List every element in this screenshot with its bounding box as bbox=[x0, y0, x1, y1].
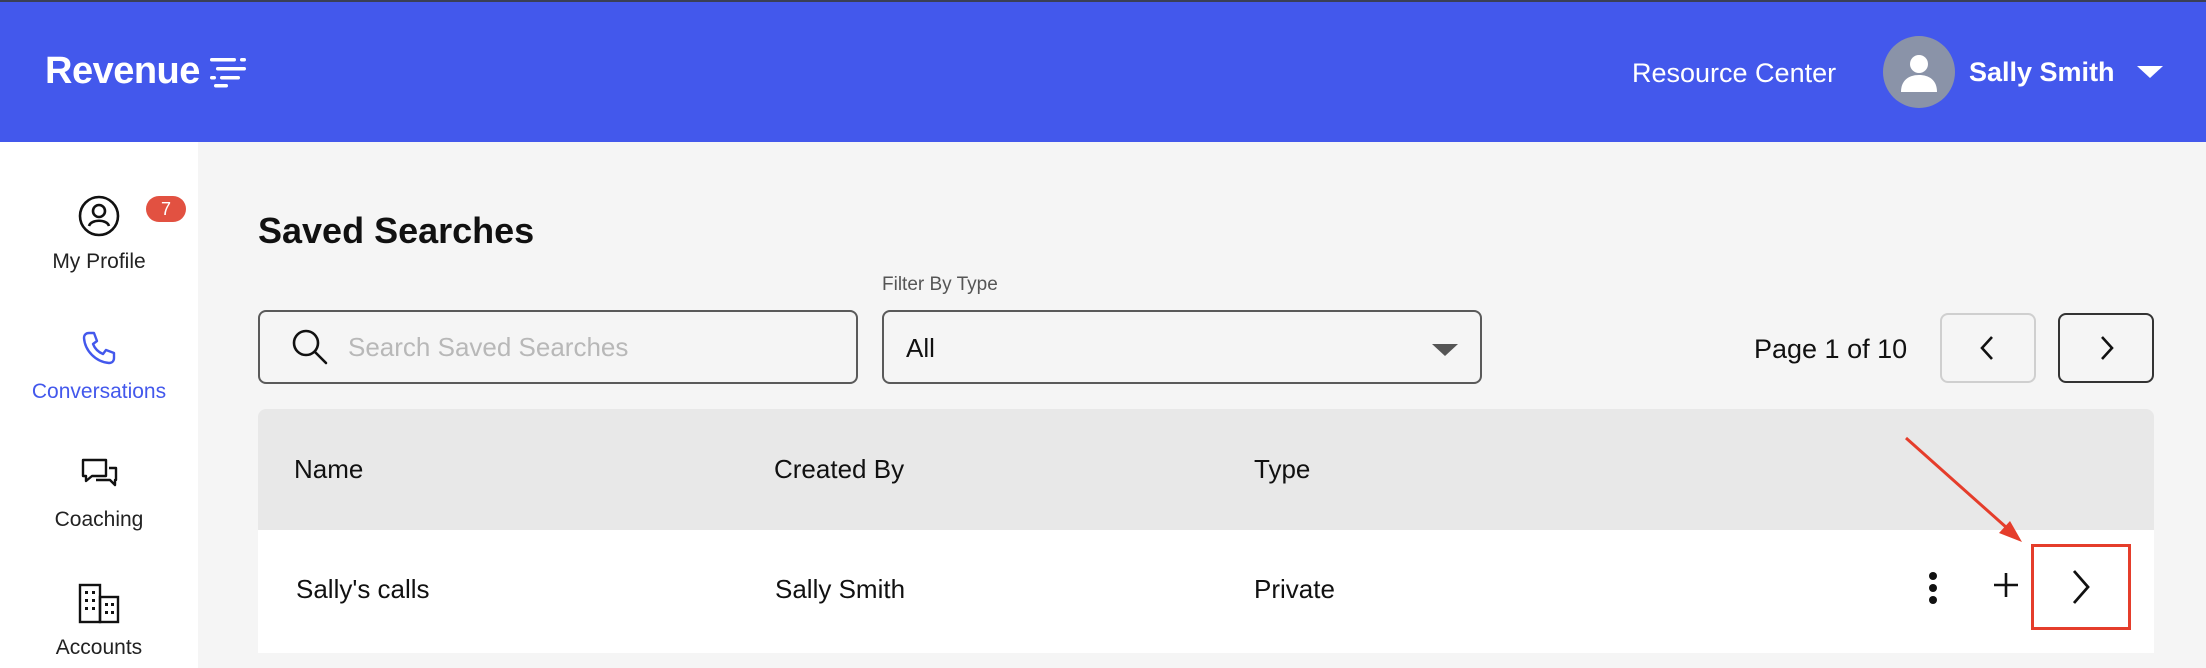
search-field[interactable] bbox=[258, 310, 858, 384]
sidebar-item-conversations[interactable]: Conversations bbox=[0, 328, 198, 404]
plus-icon[interactable] bbox=[1991, 570, 2021, 600]
column-header-name[interactable]: Name bbox=[294, 454, 363, 485]
app-logo[interactable]: Revenue bbox=[45, 50, 252, 93]
filter-by-type-select[interactable]: All bbox=[882, 310, 1482, 384]
logo-mark-icon bbox=[209, 57, 246, 87]
chevron-down-icon[interactable] bbox=[2136, 66, 2163, 78]
row-name-cell: Sally's calls bbox=[296, 574, 430, 604]
chevron-down-icon bbox=[1432, 344, 1458, 356]
building-icon bbox=[78, 583, 120, 624]
phone-icon bbox=[82, 331, 116, 365]
sidebar-item-label: Accounts bbox=[55, 636, 143, 659]
user-circle-icon bbox=[78, 195, 120, 237]
sidebar-item-label: Conversations bbox=[31, 380, 167, 403]
chevron-right-icon bbox=[2072, 570, 2090, 604]
search-input[interactable] bbox=[348, 331, 828, 363]
sidebar-item-accounts[interactable]: Accounts bbox=[0, 582, 198, 660]
row-created-by-cell: Sally Smith bbox=[775, 574, 906, 604]
next-page-button[interactable] bbox=[2058, 313, 2154, 383]
search-icon bbox=[292, 329, 328, 365]
filter-label: Filter By Type bbox=[882, 274, 998, 295]
top-navigation-bar: Revenue Resource Center Sally Smith bbox=[0, 0, 2206, 142]
sidebar: My Profile 7 Conversations Coaching Acco… bbox=[0, 142, 198, 668]
logo-text: Revenue bbox=[45, 50, 200, 92]
sidebar-item-label: My Profile bbox=[52, 250, 146, 273]
column-header-type[interactable]: Type bbox=[1254, 454, 1310, 485]
row-type-cell: Private bbox=[1254, 574, 1335, 604]
sidebar-item-coaching[interactable]: Coaching bbox=[0, 454, 198, 532]
previous-page-button[interactable] bbox=[1940, 313, 2036, 383]
filter-selected-value: All bbox=[906, 333, 935, 363]
chevron-left-icon bbox=[1980, 336, 1993, 360]
open-row-button[interactable] bbox=[2031, 544, 2131, 630]
user-name: Sally Smith bbox=[1969, 56, 2115, 87]
more-options-icon[interactable] bbox=[1923, 572, 1943, 612]
chat-bubbles-icon bbox=[81, 458, 118, 487]
chevron-right-icon bbox=[2101, 336, 2114, 360]
avatar bbox=[1883, 36, 1955, 108]
resource-center-link[interactable]: Resource Center bbox=[1632, 58, 1836, 89]
page-title: Saved Searches bbox=[258, 210, 535, 251]
table-header: Name Created By Type bbox=[258, 409, 2154, 530]
notification-badge: 7 bbox=[146, 196, 186, 222]
table-row[interactable]: Sally's calls Sally Smith Private bbox=[258, 530, 2154, 653]
user-menu[interactable]: Sally Smith bbox=[1883, 36, 2163, 108]
pagination-status: Page 1 of 10 bbox=[1754, 334, 1908, 364]
user-silhouette-icon bbox=[1901, 55, 1937, 92]
column-header-created-by[interactable]: Created By bbox=[774, 454, 904, 485]
sidebar-item-label: Coaching bbox=[54, 508, 144, 531]
